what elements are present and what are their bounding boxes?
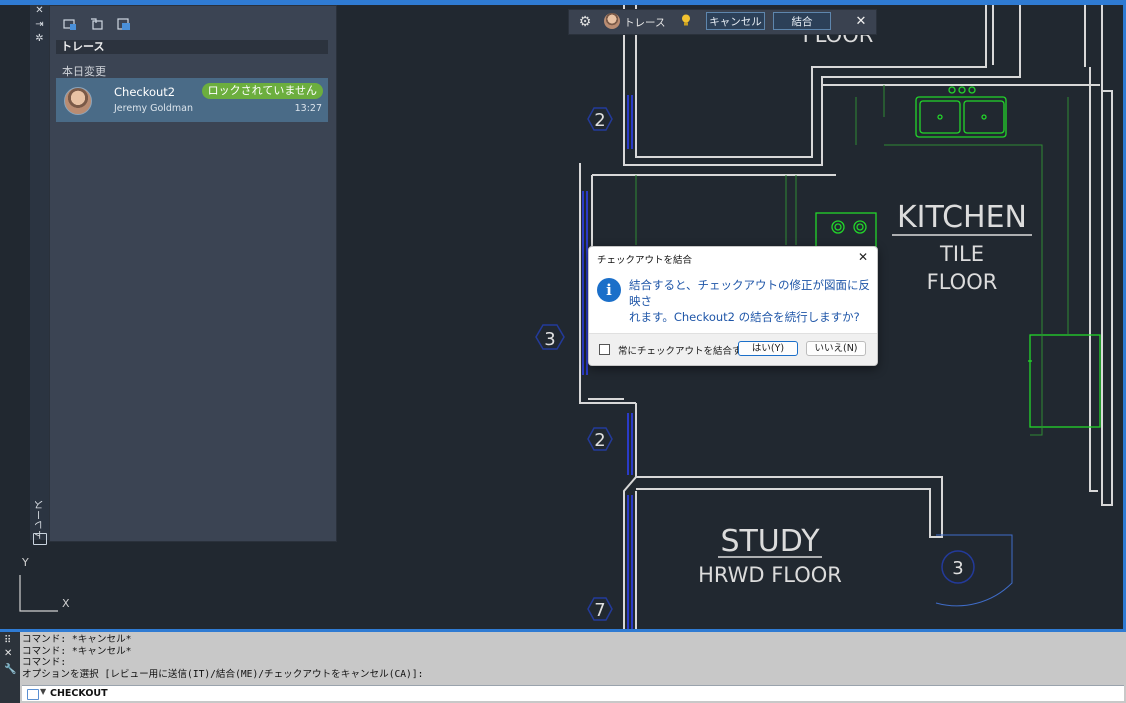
lightbulb-icon[interactable] [681, 14, 691, 26]
trace-time: 13:27 [294, 103, 322, 114]
svg-text:2: 2 [594, 110, 605, 131]
yes-button[interactable]: はい(Y) [738, 341, 798, 356]
dialog-message: 結合すると、チェックアウトの修正が図面に反映さ れます。Checkout2 の結… [629, 277, 871, 325]
close-icon[interactable]: ✕ [4, 648, 12, 659]
new-trace-icon[interactable] [63, 18, 77, 31]
trace-palette-icon [33, 533, 47, 545]
chevron-down-icon[interactable]: ▼ [40, 687, 46, 696]
dialog-message-line1: 結合すると、チェックアウトの修正が図面に反映さ [629, 278, 871, 308]
command-prompt-icon [27, 689, 39, 700]
wrench-icon[interactable]: 🔧 [4, 664, 16, 675]
no-button[interactable]: いいえ(N) [806, 341, 866, 356]
command-line-window: ⠿ ✕ 🔧 コマンド: *キャンセル* コマンド: *キャンセル* コマンド: … [0, 629, 1126, 703]
history-line: コマンド: *キャンセル* [22, 634, 132, 645]
label-study: STUDY [720, 524, 820, 559]
svg-text:2: 2 [594, 430, 605, 451]
trace-toolbar: ⚙ トレース キャンセル 結合 ✕ [568, 9, 877, 35]
trace-settings-icon[interactable] [117, 18, 131, 31]
svg-text:3: 3 [952, 558, 963, 579]
properties-icon[interactable]: ✲ [32, 33, 47, 45]
ucs-y-label: Y [22, 556, 29, 569]
history-line: コマンド: [22, 657, 67, 668]
tag-3-left: 3 [535, 324, 565, 350]
merge-checkout-dialog: チェックアウトを結合 ✕ i 結合すると、チェックアウトの修正が図面に反映さ れ… [588, 246, 878, 366]
command-history: コマンド: *キャンセル* コマンド: *キャンセル* コマンド: オプションを… [22, 634, 1122, 680]
svg-text:3: 3 [544, 329, 555, 350]
import-trace-icon[interactable] [90, 18, 104, 31]
label-kitchen: KITCHEN [897, 200, 1027, 235]
merge-button[interactable]: 結合 [773, 12, 831, 30]
close-icon[interactable]: ✕ [853, 14, 869, 30]
always-merge-checkbox[interactable] [599, 344, 610, 355]
cancel-button[interactable]: キャンセル [706, 12, 765, 30]
info-icon: i [597, 278, 621, 302]
trace-toolbar-label: トレース [624, 17, 666, 29]
label-hrwd-floor: HRWD FLOOR [698, 563, 842, 587]
trace-name: Checkout2 [114, 85, 176, 99]
palette-title: トレース [56, 40, 328, 54]
close-icon[interactable]: ✕ [855, 249, 871, 265]
history-line: オプションを選択 [レビュー用に送信(IT)/結合(ME)/チェックアウトをキャ… [22, 668, 424, 680]
autohide-icon[interactable]: ⇥ [32, 19, 47, 31]
tag-2-top: 2 [587, 107, 613, 131]
ucs-icon [19, 575, 58, 612]
palette-title-strip: ✕ ⇥ ✲ トレース [30, 5, 50, 545]
avatar [604, 13, 620, 29]
ucs-x-label: X [62, 597, 70, 610]
grip-icon[interactable]: ⠿ [4, 635, 11, 646]
svg-text:7: 7 [594, 600, 605, 621]
tag-2-mid: 2 [587, 427, 613, 451]
trace-palette: トレース 本日変更 Checkout2 ロックされていません Jeremy Go… [49, 5, 337, 542]
gear-icon[interactable]: ⚙ [577, 14, 593, 30]
status-badge: ロックされていません [201, 83, 323, 99]
trace-user: Jeremy Goldman [114, 103, 194, 114]
section-label-today: 本日変更 [62, 65, 106, 78]
command-window-handle: ⠿ ✕ 🔧 [0, 632, 20, 703]
history-line: コマンド: *キャンセル* [22, 645, 132, 657]
dialog-message-line2: れます。Checkout2 の結合を続行しますか? [629, 310, 860, 324]
label-floor-kitchen: FLOOR [927, 270, 998, 294]
command-input[interactable]: ▼ CHECKOUT [22, 685, 1124, 701]
trace-item-checkout2[interactable]: Checkout2 ロックされていません Jeremy Goldman 13:2… [56, 78, 328, 122]
palette-toolbar [50, 14, 336, 36]
dialog-title: チェックアウトを結合 [597, 255, 693, 266]
tag-3-study: 3 [941, 550, 975, 584]
avatar [64, 87, 92, 115]
tag-7-bottom: 7 [587, 597, 613, 621]
command-current-text: CHECKOUT [50, 688, 108, 699]
always-merge-label: 常にチェックアウトを結合する [618, 346, 752, 357]
close-icon[interactable]: ✕ [32, 5, 47, 17]
label-tile: TILE [939, 242, 984, 266]
